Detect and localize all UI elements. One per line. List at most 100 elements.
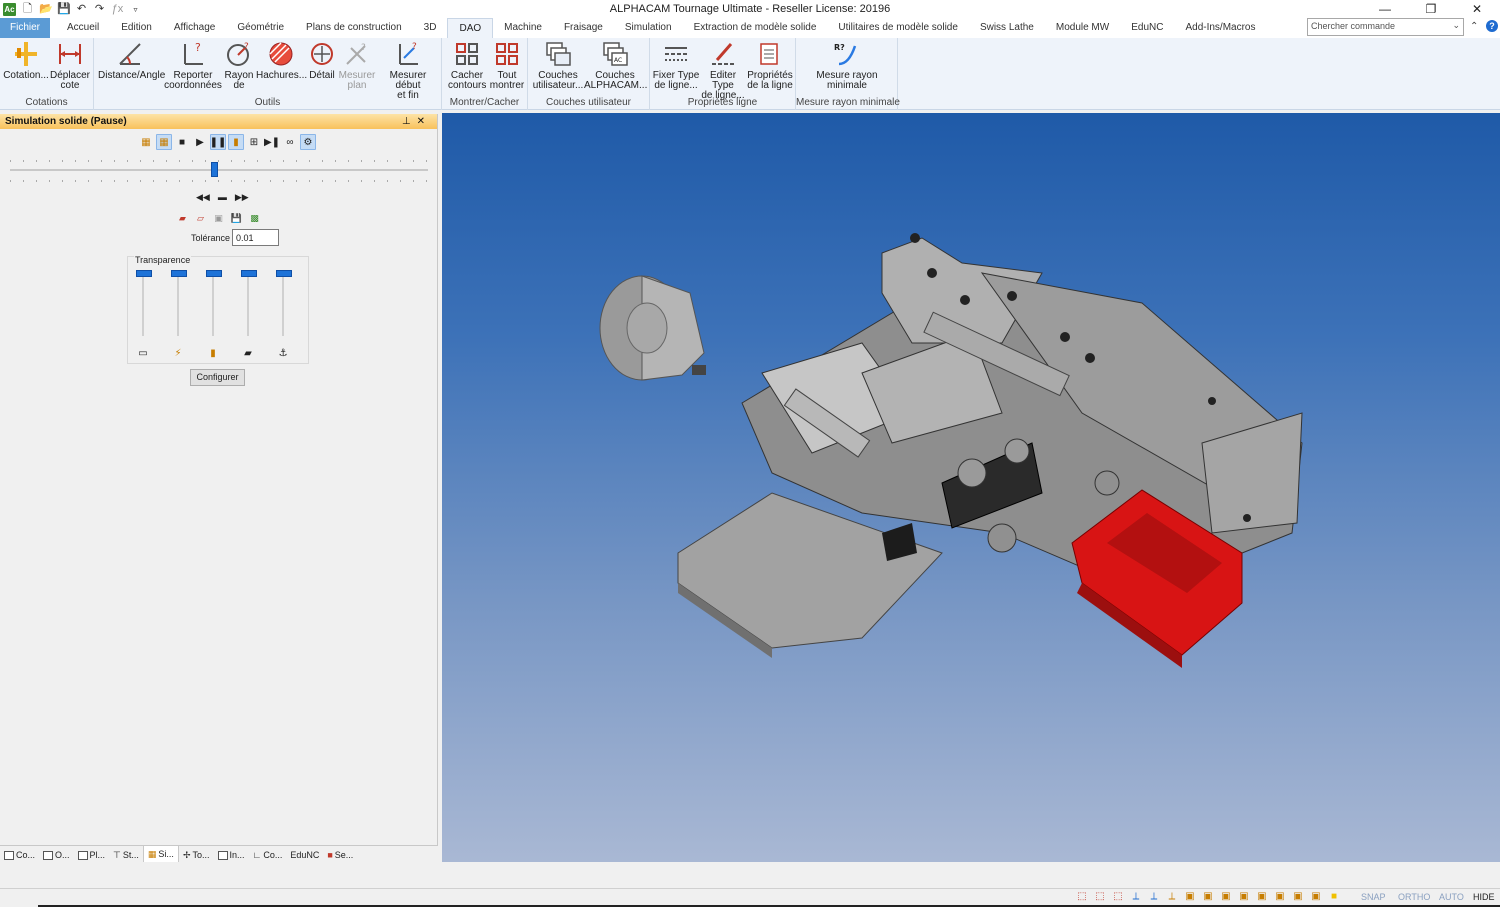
rewind-icon[interactable]: ◀◀ <box>196 192 210 203</box>
layer-3-icon[interactable]: ▣ <box>1220 891 1232 903</box>
mesurer-debut-fin-button[interactable]: ? Mesurer début et fin <box>376 40 440 101</box>
fixer-type-ligne-button[interactable]: Fixer Type de ligne... <box>652 40 700 91</box>
link-icon[interactable]: ∞ <box>282 134 298 150</box>
camera-icon[interactable]: ▣ <box>212 212 225 224</box>
couches-alphacam-button[interactable]: AC Couches ALPHACAM... <box>584 40 647 91</box>
tab-module-mw[interactable]: Module MW <box>1045 18 1120 38</box>
cotation-button[interactable]: Cotation... <box>3 40 49 81</box>
snap-toggle[interactable]: SNAP <box>1361 892 1386 902</box>
save-sim-icon[interactable]: 💾 <box>230 212 243 224</box>
configurer-button[interactable]: Configurer <box>190 369 245 386</box>
tab-affichage[interactable]: Affichage <box>163 18 227 38</box>
graphics-viewport[interactable] <box>442 113 1500 862</box>
transparency-slider-2[interactable] <box>171 270 187 338</box>
render-icon[interactable]: ▰ <box>176 212 189 224</box>
tab-fraisage[interactable]: Fraisage <box>553 18 614 38</box>
minimize-button[interactable]: — <box>1362 0 1408 18</box>
ortho-toggle[interactable]: ORTHO <box>1398 892 1430 902</box>
tab-simulation[interactable]: Simulation <box>614 18 683 38</box>
mesure-rayon-minimale-button[interactable]: R? Mesure rayon minimale <box>806 40 888 91</box>
axis-y-icon[interactable]: ⟂ <box>1148 891 1160 903</box>
tab-machine[interactable]: Machine <box>493 18 553 38</box>
sim-mode-active-icon[interactable]: ▦ <box>156 134 172 150</box>
fast-forward-icon[interactable]: ▶▶ <box>235 192 249 203</box>
hachures-button[interactable]: Hachures... <box>256 40 307 81</box>
redo-icon[interactable]: ↷ <box>93 3 106 16</box>
detail-button[interactable]: Détail <box>306 40 338 81</box>
transparency-slider-4[interactable] <box>241 270 257 338</box>
search-command-input[interactable]: Chercher commande ⌄ <box>1307 18 1464 36</box>
simulation-slider-thumb[interactable] <box>210 162 218 177</box>
rayon-button[interactable]: ? Rayon de <box>222 40 256 91</box>
open-folder-icon[interactable]: 📂 <box>39 3 53 16</box>
restore-button[interactable]: ❐ <box>1408 0 1454 18</box>
axis-z-icon[interactable]: ⟂ <box>1166 891 1178 903</box>
distance-angle-button[interactable]: Distance/Angle <box>98 40 165 81</box>
layer-5-icon[interactable]: ▣ <box>1256 891 1268 903</box>
axis-x-icon[interactable]: ⟂ <box>1130 891 1142 903</box>
help-icon[interactable]: ? <box>1486 20 1498 32</box>
app-logo-icon[interactable]: Ac <box>3 2 16 16</box>
tab-utilitaires-modele[interactable]: Utilitaires de modèle solide <box>827 18 969 38</box>
reporter-coordonnees-button[interactable]: ? Reporter coordonnées <box>164 40 222 91</box>
panel-close-icon[interactable]: ✕ <box>417 116 431 127</box>
settings-icon[interactable]: ⚙ <box>300 134 316 150</box>
tab-swiss-lathe[interactable]: Swiss Lathe <box>969 18 1045 38</box>
title-bar: Ac 🗋 📂 💾 ↶ ↷ ƒx ▿ ALPHACAM Tournage Ulti… <box>0 0 1500 18</box>
tab-3d[interactable]: 3D <box>413 18 448 38</box>
layer-8-icon[interactable]: ▣ <box>1310 891 1322 903</box>
color-icon[interactable]: ■ <box>1328 891 1340 903</box>
customize-chevron-icon[interactable]: ▿ <box>129 3 142 16</box>
view-front-icon[interactable]: ⬚ <box>1112 891 1124 903</box>
render-alt-icon[interactable]: ▱ <box>194 212 207 224</box>
tab-edition[interactable]: Edition <box>110 18 163 38</box>
play-icon[interactable]: ▶ <box>192 134 208 150</box>
transparency-slider-5[interactable] <box>276 270 292 338</box>
chevron-down-icon[interactable]: ⌄ <box>1452 20 1460 31</box>
transparency-slider-1[interactable] <box>136 270 152 338</box>
stop-icon[interactable]: ■ <box>174 134 190 150</box>
editer-type-ligne-button[interactable]: Editer Type de ligne... <box>700 40 746 101</box>
pause-icon[interactable]: ❚❚ <box>210 134 226 150</box>
cacher-contours-button[interactable]: Cacher contours <box>448 40 486 91</box>
save-icon[interactable]: 💾 <box>57 3 71 16</box>
view-top-icon[interactable]: ⬚ <box>1094 891 1106 903</box>
tab-extraction-modele[interactable]: Extraction de modèle solide <box>683 18 828 38</box>
proprietes-ligne-button[interactable]: Propriétés de la ligne <box>746 40 794 91</box>
tab-dao[interactable]: DAO <box>447 18 494 38</box>
skip-end-icon[interactable]: ▶❚ <box>264 134 280 150</box>
sim-mode-icon[interactable]: ▦ <box>138 134 154 150</box>
layer-6-icon[interactable]: ▣ <box>1274 891 1286 903</box>
close-button[interactable]: ✕ <box>1454 0 1500 18</box>
couches-utilisateur-button[interactable]: Couches utilisateur... <box>532 40 584 91</box>
layer-7-icon[interactable]: ▣ <box>1292 891 1304 903</box>
auto-toggle[interactable]: AUTO <box>1439 892 1464 902</box>
pin-icon[interactable]: ⊥ <box>402 116 417 127</box>
layer-1-icon[interactable]: ▣ <box>1184 891 1196 903</box>
tab-accueil[interactable]: Accueil <box>56 18 110 38</box>
ribbon-panel: Cotation... Déplacer cote Cotations Dista… <box>0 38 1500 110</box>
layer-2-icon[interactable]: ▣ <box>1202 891 1214 903</box>
step-icon[interactable]: ⊞ <box>246 134 262 150</box>
tab-add-ins[interactable]: Add-Ins/Macros <box>1174 18 1266 38</box>
undo-icon[interactable]: ↶ <box>75 3 88 16</box>
deplacer-cote-button[interactable]: Déplacer cote <box>49 40 91 91</box>
tab-edunc[interactable]: EduNC <box>1120 18 1174 38</box>
stop-small-icon[interactable]: ▬ <box>218 192 227 203</box>
new-file-icon[interactable]: 🗋 <box>21 3 34 16</box>
layer-4-icon[interactable]: ▣ <box>1238 891 1250 903</box>
tab-plans-construction[interactable]: Plans de construction <box>295 18 413 38</box>
minimize-ribbon-icon[interactable]: ⌃ <box>1470 21 1478 32</box>
hide-toggle[interactable]: HIDE <box>1473 892 1495 902</box>
simulation-slider[interactable] <box>10 169 428 171</box>
view-iso-icon[interactable]: ⬚ <box>1076 891 1088 903</box>
clear-icon[interactable]: ƒx <box>111 3 124 16</box>
tab-geometrie[interactable]: Géométrie <box>226 18 295 38</box>
tab-fichier[interactable]: Fichier <box>0 18 51 38</box>
tool-icon[interactable]: ▮ <box>228 134 244 150</box>
tout-montrer-button[interactable]: Tout montrer <box>488 40 526 91</box>
transparency-slider-3[interactable] <box>206 270 222 338</box>
export-icon[interactable]: ▩ <box>248 212 261 224</box>
min-radius-icon: R? <box>834 43 857 66</box>
tolerance-input[interactable]: 0.01 <box>232 229 279 246</box>
